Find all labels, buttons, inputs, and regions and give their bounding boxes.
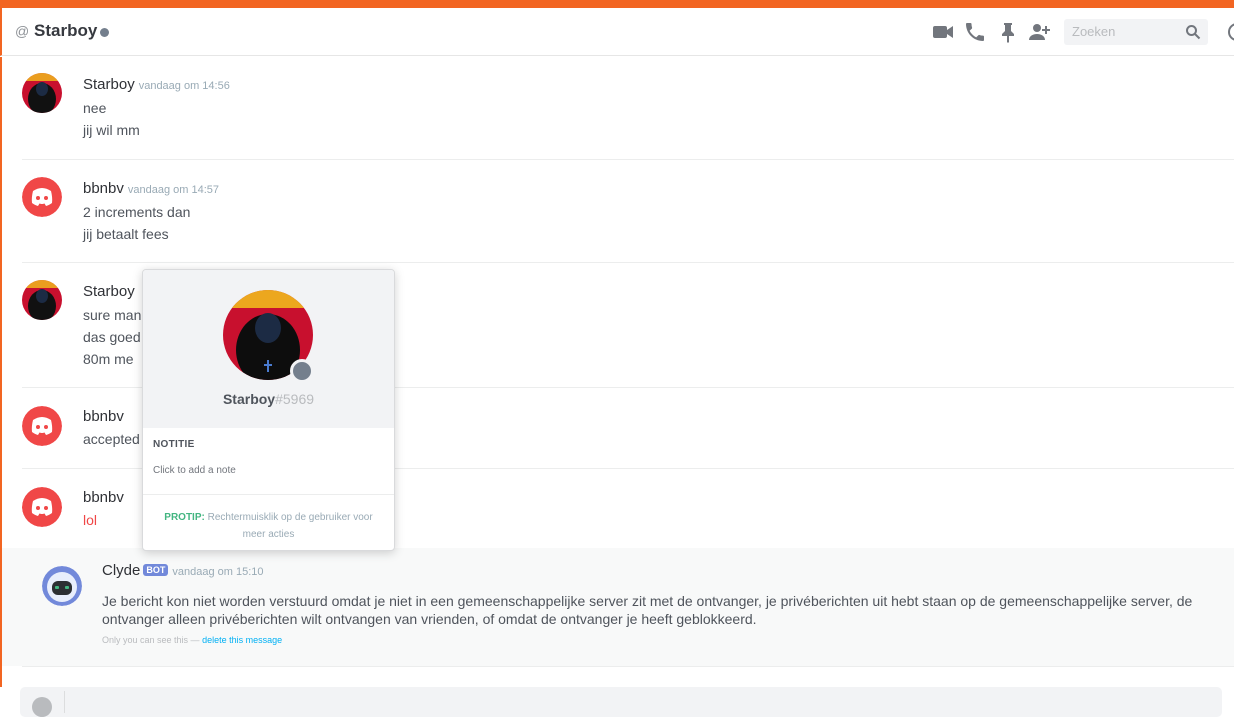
message-text: accepted bbox=[83, 431, 140, 447]
starboy-avatar[interactable] bbox=[22, 73, 62, 113]
clyde-message-text: Je bericht kon niet worden verstuurd omd… bbox=[102, 593, 1193, 627]
message-text: 80m me bbox=[83, 351, 134, 367]
message-input[interactable] bbox=[20, 687, 1222, 717]
ephemeral-notice: Only you can see this — delete this mess… bbox=[102, 635, 283, 645]
dm-header: @ Starboy Zoeken bbox=[0, 8, 1234, 56]
upload-icon[interactable] bbox=[32, 697, 52, 717]
message-divider bbox=[22, 262, 1234, 263]
message-timestamp: vandaag om 14:56 bbox=[138, 80, 230, 92]
message-timestamp: vandaag om 14:57 bbox=[127, 184, 220, 196]
protip-text: Rechtermuisklik op de gebruiker voor mee… bbox=[207, 512, 373, 540]
search-input[interactable]: Zoeken bbox=[1064, 19, 1208, 45]
message-text: das goed bbox=[83, 329, 141, 345]
clyde-avatar[interactable] bbox=[42, 566, 82, 606]
message-text: nee bbox=[83, 100, 107, 116]
message-author[interactable]: bbnbv vandaag om 14:57 bbox=[83, 180, 219, 197]
window-top-bar bbox=[0, 0, 1234, 8]
clyde-author[interactable]: Clyde BOT vandaag om 15:10 bbox=[102, 562, 264, 579]
dm-title: Starboy bbox=[34, 21, 98, 40]
add-friend-icon[interactable] bbox=[1027, 20, 1051, 44]
status-dot bbox=[100, 28, 109, 37]
starboy-avatar[interactable] bbox=[22, 280, 62, 320]
message-divider bbox=[22, 666, 1234, 667]
input-divider bbox=[64, 691, 65, 713]
protip-label: PROTIP: bbox=[164, 512, 205, 523]
discord-logo-avatar[interactable] bbox=[22, 177, 62, 217]
video-call-icon[interactable] bbox=[931, 20, 955, 44]
bot-badge: BOT bbox=[143, 564, 169, 576]
message-text: 2 increments dan bbox=[83, 204, 191, 220]
message-author[interactable]: bbnbv bbox=[83, 408, 124, 425]
discord-logo-avatar[interactable] bbox=[22, 487, 62, 527]
popout-header: Starboy#5969 bbox=[143, 270, 394, 428]
message-text: sure man bbox=[83, 307, 142, 323]
pin-icon[interactable] bbox=[996, 20, 1020, 44]
message-author[interactable]: bbnbv bbox=[83, 489, 124, 506]
at-icon[interactable] bbox=[1226, 21, 1234, 43]
delete-message-link[interactable]: delete this message bbox=[202, 635, 282, 645]
popout-divider bbox=[143, 494, 394, 495]
search-placeholder: Zoeken bbox=[1072, 24, 1116, 39]
clyde-system-message: Clyde BOT vandaag om 15:10 Je bericht kon … bbox=[2, 548, 1234, 666]
message-text: jij wil mm bbox=[83, 122, 140, 138]
note-heading: NOTITIE bbox=[153, 439, 195, 450]
message-author[interactable]: Starboy bbox=[83, 283, 135, 300]
search-icon[interactable] bbox=[1185, 24, 1201, 40]
phone-icon[interactable] bbox=[963, 20, 987, 44]
profile-status-indicator bbox=[290, 359, 314, 383]
profile-username: Starboy#5969 bbox=[222, 391, 315, 407]
at-sign: @ bbox=[15, 23, 30, 39]
user-profile-popout: Starboy#5969 NOTITIE Click to add a note… bbox=[142, 269, 395, 551]
note-input[interactable]: Click to add a note bbox=[153, 465, 236, 476]
discord-logo-avatar[interactable] bbox=[22, 406, 62, 446]
protip: PROTIP: Rechtermuisklik op de gebruiker … bbox=[153, 509, 384, 543]
message-author[interactable]: Starboy vandaag om 14:56 bbox=[83, 76, 230, 93]
message-divider bbox=[22, 159, 1234, 160]
message-timestamp: vandaag om 15:10 bbox=[172, 566, 264, 578]
profile-discriminator: #5969 bbox=[275, 391, 315, 407]
message-text: jij betaalt fees bbox=[83, 226, 169, 242]
message-text: lol bbox=[83, 512, 98, 528]
